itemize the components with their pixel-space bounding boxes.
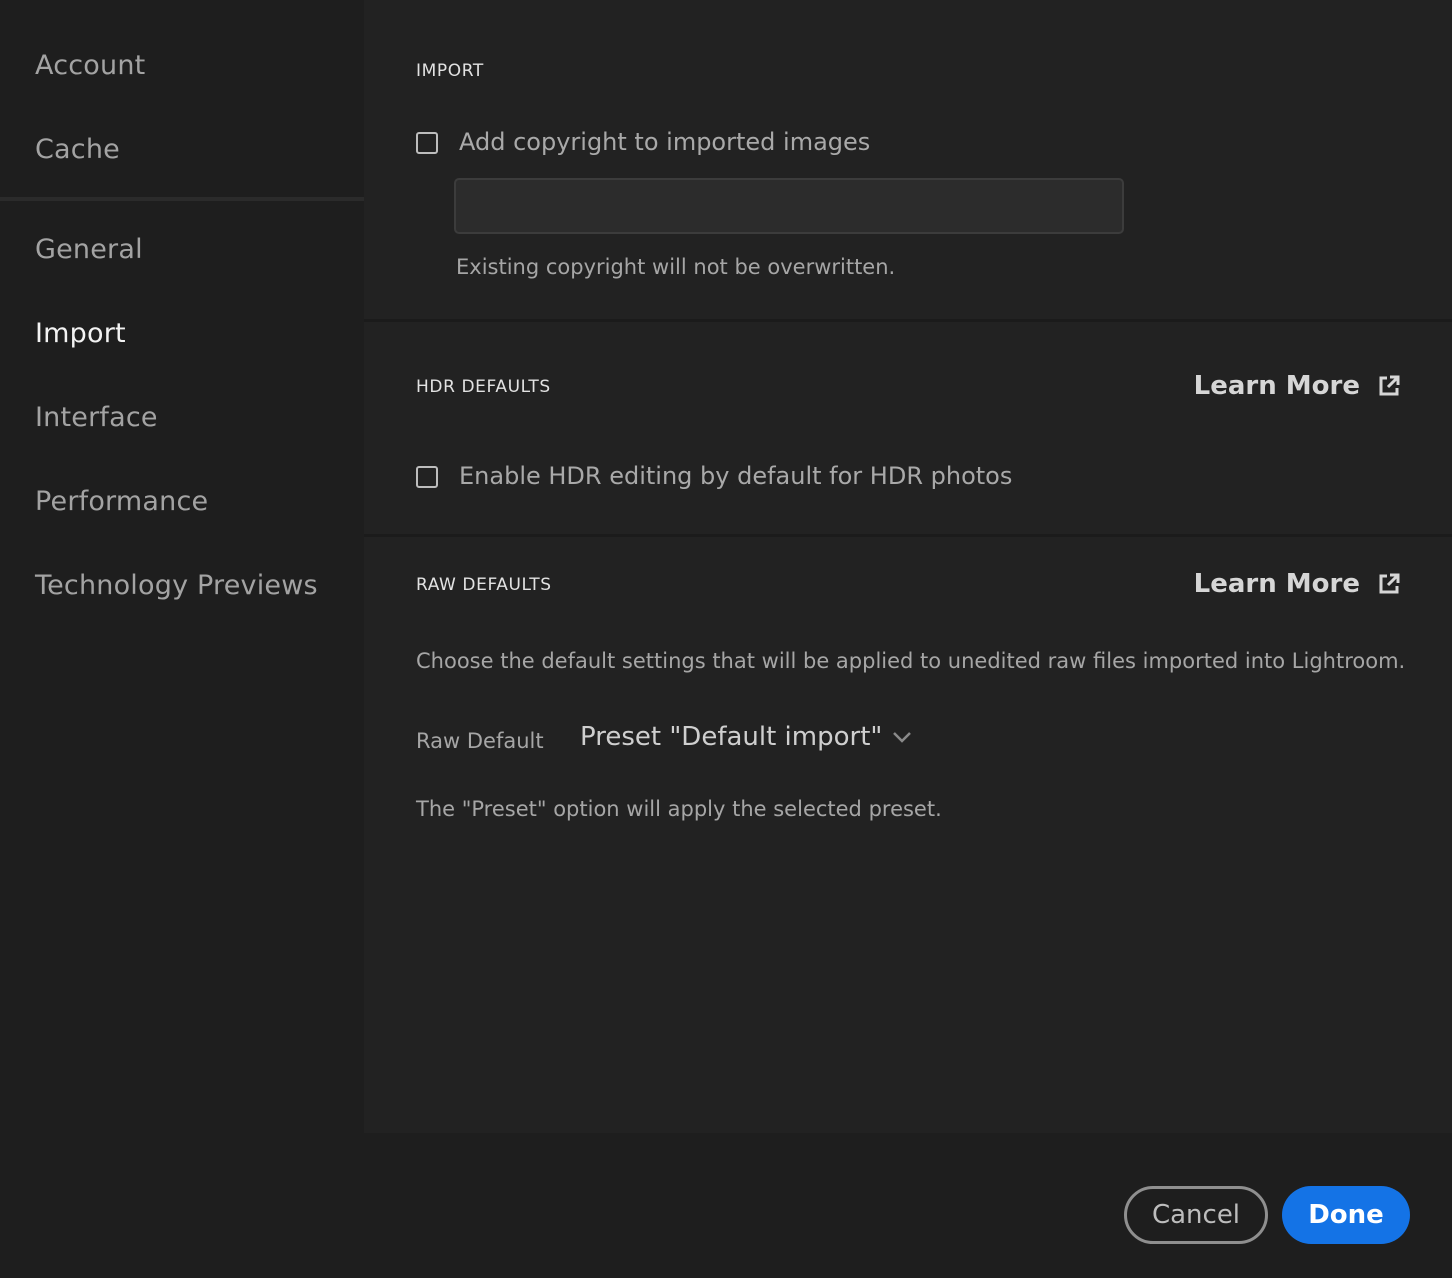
- chevron-down-icon: [893, 732, 912, 743]
- section-divider: [364, 319, 1452, 322]
- sidebar-divider: [0, 197, 364, 201]
- import-section-title: IMPORT: [416, 61, 484, 81]
- raw-learn-more-label: Learn More: [1193, 569, 1360, 599]
- sidebar-item-import[interactable]: Import: [35, 318, 126, 349]
- raw-section-title: RAW DEFAULTS: [416, 575, 552, 595]
- raw-default-dropdown[interactable]: Preset "Default import": [580, 722, 912, 752]
- copyright-checkbox-label[interactable]: Add copyright to imported images: [459, 128, 870, 156]
- external-link-icon: [1379, 375, 1400, 396]
- cancel-button[interactable]: Cancel: [1124, 1186, 1268, 1244]
- done-button[interactable]: Done: [1282, 1186, 1410, 1244]
- hdr-learn-more-label: Learn More: [1193, 371, 1360, 401]
- raw-default-label: Raw Default: [416, 729, 544, 753]
- sidebar-item-interface[interactable]: Interface: [35, 402, 158, 433]
- raw-learn-more-link[interactable]: Learn More: [1194, 569, 1400, 599]
- external-link-icon: [1379, 573, 1400, 594]
- copyright-checkbox[interactable]: [416, 132, 438, 154]
- section-divider: [364, 534, 1452, 537]
- copyright-input[interactable]: [454, 178, 1124, 234]
- sidebar-item-performance[interactable]: Performance: [35, 486, 208, 517]
- preferences-sidebar: Account Cache General Import Interface P…: [0, 0, 364, 1140]
- sidebar-item-account[interactable]: Account: [35, 50, 145, 81]
- sidebar-item-cache[interactable]: Cache: [35, 134, 120, 165]
- hdr-checkbox-label[interactable]: Enable HDR editing by default for HDR ph…: [459, 462, 1012, 490]
- preferences-content: IMPORT Add copyright to imported images …: [364, 0, 1452, 1133]
- hdr-learn-more-link[interactable]: Learn More: [1194, 371, 1400, 401]
- raw-defaults-description: Choose the default settings that will be…: [416, 649, 1406, 673]
- hdr-section-title: HDR DEFAULTS: [416, 377, 551, 397]
- hdr-checkbox[interactable]: [416, 466, 438, 488]
- sidebar-item-technology-previews[interactable]: Technology Previews: [35, 570, 318, 601]
- raw-default-value: Preset "Default import": [580, 722, 883, 752]
- copyright-hint: Existing copyright will not be overwritt…: [456, 255, 896, 279]
- preset-hint: The "Preset" option will apply the selec…: [416, 797, 942, 821]
- sidebar-item-general[interactable]: General: [35, 234, 143, 265]
